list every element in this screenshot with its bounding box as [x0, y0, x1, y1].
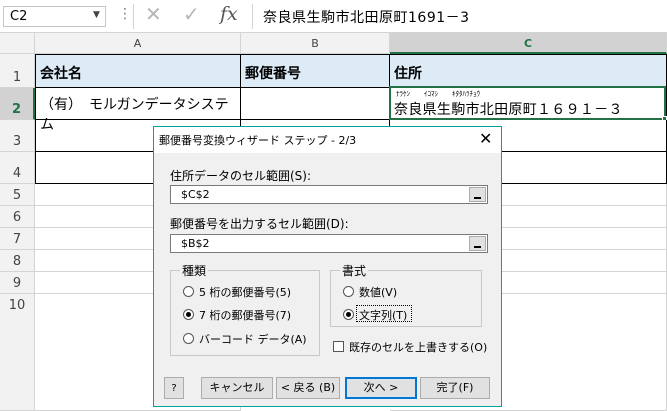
radio-text[interactable]	[343, 309, 354, 320]
dialog-title: 郵便番号変換ウィザード ステップ - 2/3	[159, 134, 357, 147]
row-header-2[interactable]: 2	[0, 88, 35, 120]
row-header-7[interactable]: 7	[0, 228, 35, 250]
radio-text-label[interactable]: 文字列(T)	[359, 307, 407, 323]
overwrite-label[interactable]: 既存のセルを上書きする(O)	[349, 339, 487, 355]
row-header-1[interactable]: 1	[0, 54, 35, 88]
output-range-field[interactable]: $B$2	[170, 234, 488, 253]
back-button[interactable]: < 戻る (B)	[276, 377, 340, 399]
help-button[interactable]: ?	[164, 377, 184, 399]
radio-5digit[interactable]	[183, 286, 194, 297]
cell-b2[interactable]	[241, 88, 390, 120]
column-header-row: A B C	[0, 33, 667, 54]
cell-a1[interactable]: 会社名	[35, 54, 241, 88]
collapse-dialog-icon[interactable]	[469, 236, 486, 251]
close-icon[interactable]: ✕	[479, 129, 492, 148]
select-all-corner[interactable]	[0, 33, 35, 54]
column-header-a[interactable]: A	[35, 33, 241, 54]
radio-barcode[interactable]	[183, 333, 194, 344]
postal-code-wizard-dialog: 郵便番号変換ウィザード ステップ - 2/3 ✕ 住所データのセル範囲(S): …	[153, 126, 502, 407]
dialog-titlebar[interactable]: 郵便番号変換ウィザード ステップ - 2/3 ✕	[154, 127, 501, 153]
row-header-8[interactable]: 8	[0, 250, 35, 272]
radio-barcode-label[interactable]: バーコード データ(A)	[199, 331, 307, 347]
output-range-label: 郵便番号を出力するセル範囲(D):	[170, 217, 349, 231]
row-header-9[interactable]: 9	[0, 272, 35, 294]
radio-number-label[interactable]: 数値(V)	[359, 284, 397, 300]
cell-c1[interactable]: 住所	[390, 54, 667, 88]
radio-7digit[interactable]	[183, 309, 194, 320]
next-button[interactable]: 次へ >	[345, 377, 417, 399]
chevron-down-icon[interactable]: ▼	[93, 10, 100, 20]
name-box[interactable]: C2 ▼	[3, 6, 106, 27]
finish-button[interactable]: 完了(F)	[420, 377, 490, 399]
active-cell-outline	[389, 86, 666, 120]
name-box-value: C2	[10, 9, 28, 24]
cancel-icon[interactable]: ✕	[145, 2, 162, 26]
cell-b1[interactable]: 郵便番号	[241, 54, 390, 88]
formula-bar: C2 ▼ ⋮ ✕ ✓ fx 奈良県生駒市北田原町1691－3	[0, 0, 667, 33]
radio-number[interactable]	[343, 286, 354, 297]
divider	[133, 4, 134, 29]
address-range-field[interactable]: $C$2	[170, 185, 488, 204]
divider	[252, 4, 253, 29]
insert-function-icon[interactable]: fx	[220, 3, 238, 25]
overwrite-checkbox[interactable]	[333, 341, 344, 352]
address-range-label: 住所データのセル範囲(S):	[170, 169, 312, 183]
row-header-3[interactable]: 3	[0, 120, 35, 152]
format-group-title: 書式	[340, 262, 369, 279]
help-icon: ?	[171, 383, 177, 394]
type-group-title: 種類	[180, 262, 209, 279]
cell-a2[interactable]: （有） モルガンデータシステム	[35, 88, 241, 133]
row-header-10[interactable]: 10	[0, 294, 35, 411]
row-header-5[interactable]: 5	[0, 184, 35, 206]
column-header-b[interactable]: B	[241, 33, 390, 54]
radio-7digit-label[interactable]: 7 桁の郵便番号(7)	[199, 307, 291, 323]
more-options-icon[interactable]: ⋮	[118, 6, 132, 22]
column-header-c[interactable]: C	[390, 33, 667, 54]
cancel-button[interactable]: キャンセル	[201, 377, 273, 399]
enter-check-icon[interactable]: ✓	[183, 2, 200, 26]
row-header-6[interactable]: 6	[0, 206, 35, 228]
formula-input[interactable]: 奈良県生駒市北田原町1691－3	[263, 7, 470, 27]
radio-5digit-label[interactable]: 5 桁の郵便番号(5)	[199, 284, 291, 300]
collapse-dialog-icon[interactable]	[469, 187, 486, 202]
row-header-4[interactable]: 4	[0, 152, 35, 184]
